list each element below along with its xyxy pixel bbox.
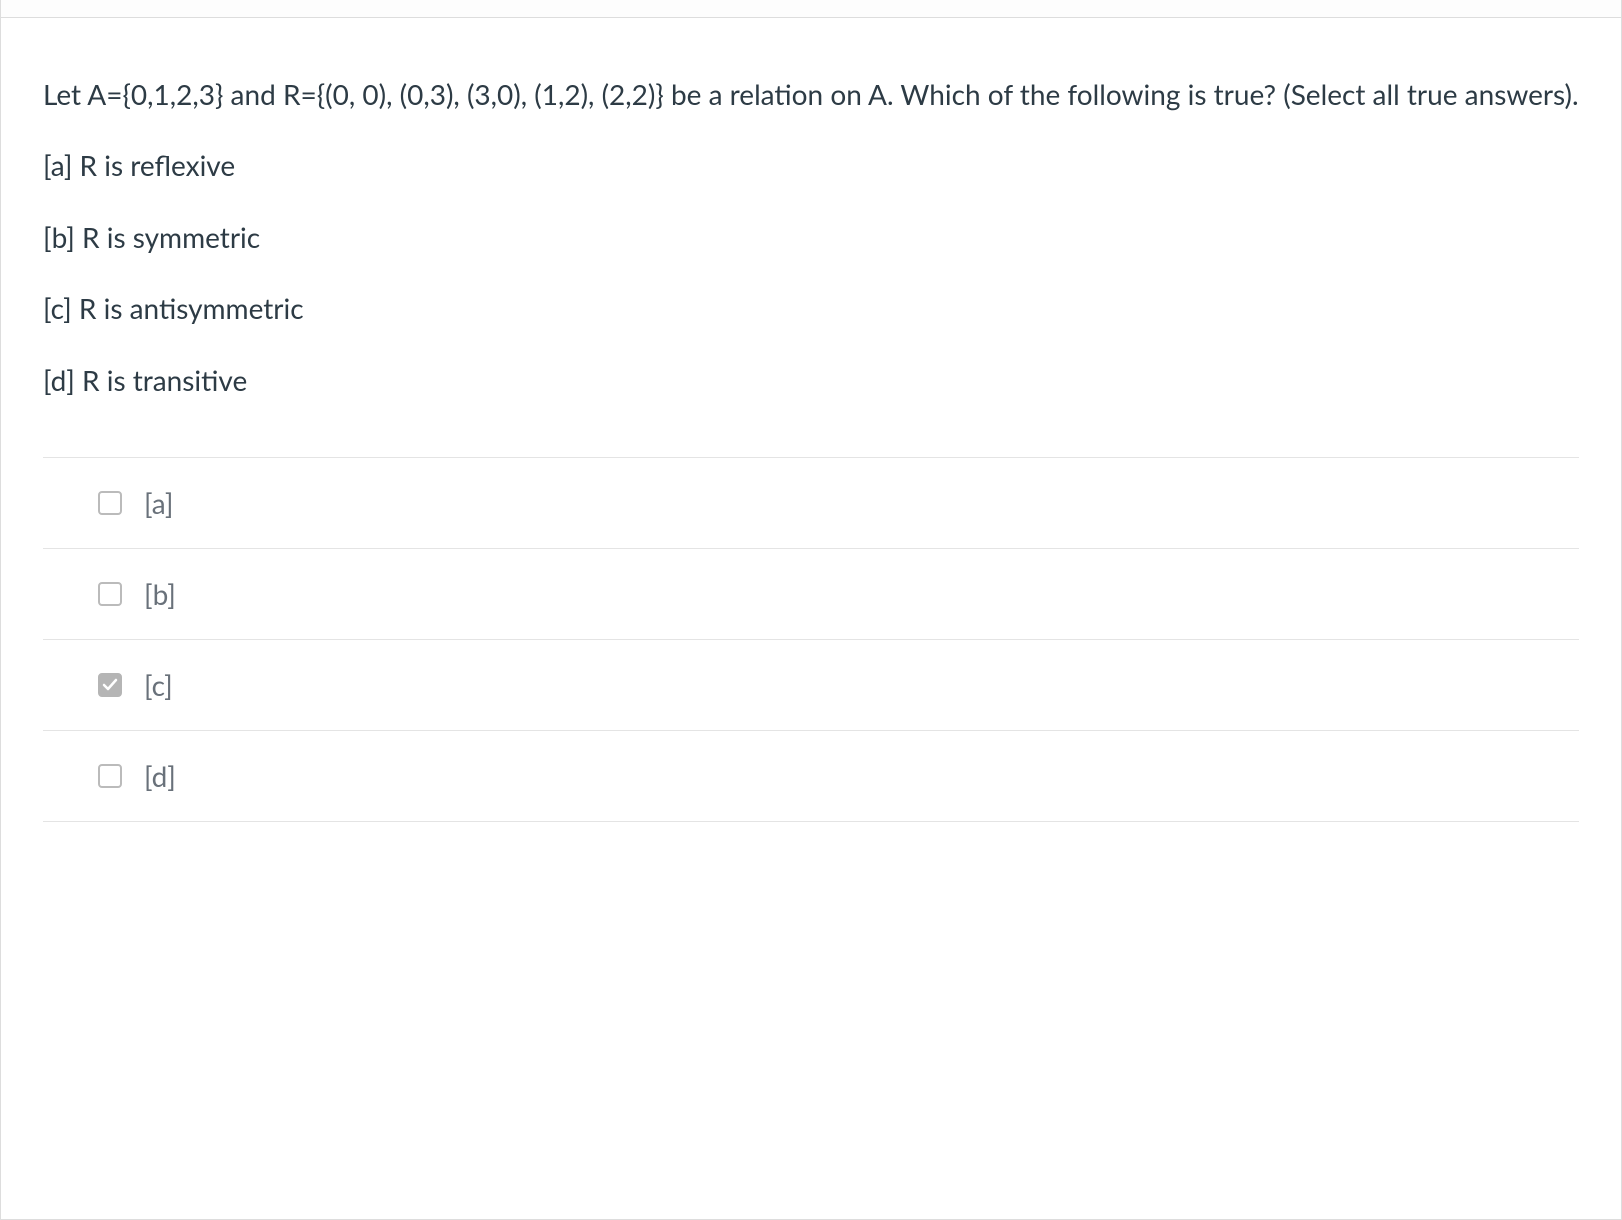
checkbox-b[interactable] [98,582,122,606]
question-option-a: [a] R is reflexive [43,144,1579,187]
answer-row-c[interactable]: [c] [43,639,1579,730]
answer-label-c: [c] [144,668,173,702]
answer-row-d[interactable]: [d] [43,730,1579,822]
answer-label-a: [a] [144,486,173,520]
question-option-b: [b] R is symmetric [43,216,1579,259]
question-container: Let A={0,1,2,3} and R={(0, 0), (0,3), (3… [0,0,1622,1220]
answer-label-d: [d] [144,759,176,793]
checkbox-a[interactable] [98,491,122,515]
question-prompt: Let A={0,1,2,3} and R={(0, 0), (0,3), (3… [43,73,1579,116]
question-content: Let A={0,1,2,3} and R={(0, 0), (0,3), (3… [1,18,1621,822]
question-option-c: [c] R is antisymmetric [43,287,1579,330]
checkbox-c[interactable] [98,673,122,697]
answer-label-b: [b] [144,577,176,611]
top-divider [1,0,1621,18]
answer-row-a[interactable]: [a] [43,457,1579,548]
check-icon [102,677,118,693]
question-option-d: [d] R is transitive [43,359,1579,402]
answers-block: [a] [b] [c] [d] [43,457,1579,822]
answer-row-b[interactable]: [b] [43,548,1579,639]
checkbox-d[interactable] [98,764,122,788]
